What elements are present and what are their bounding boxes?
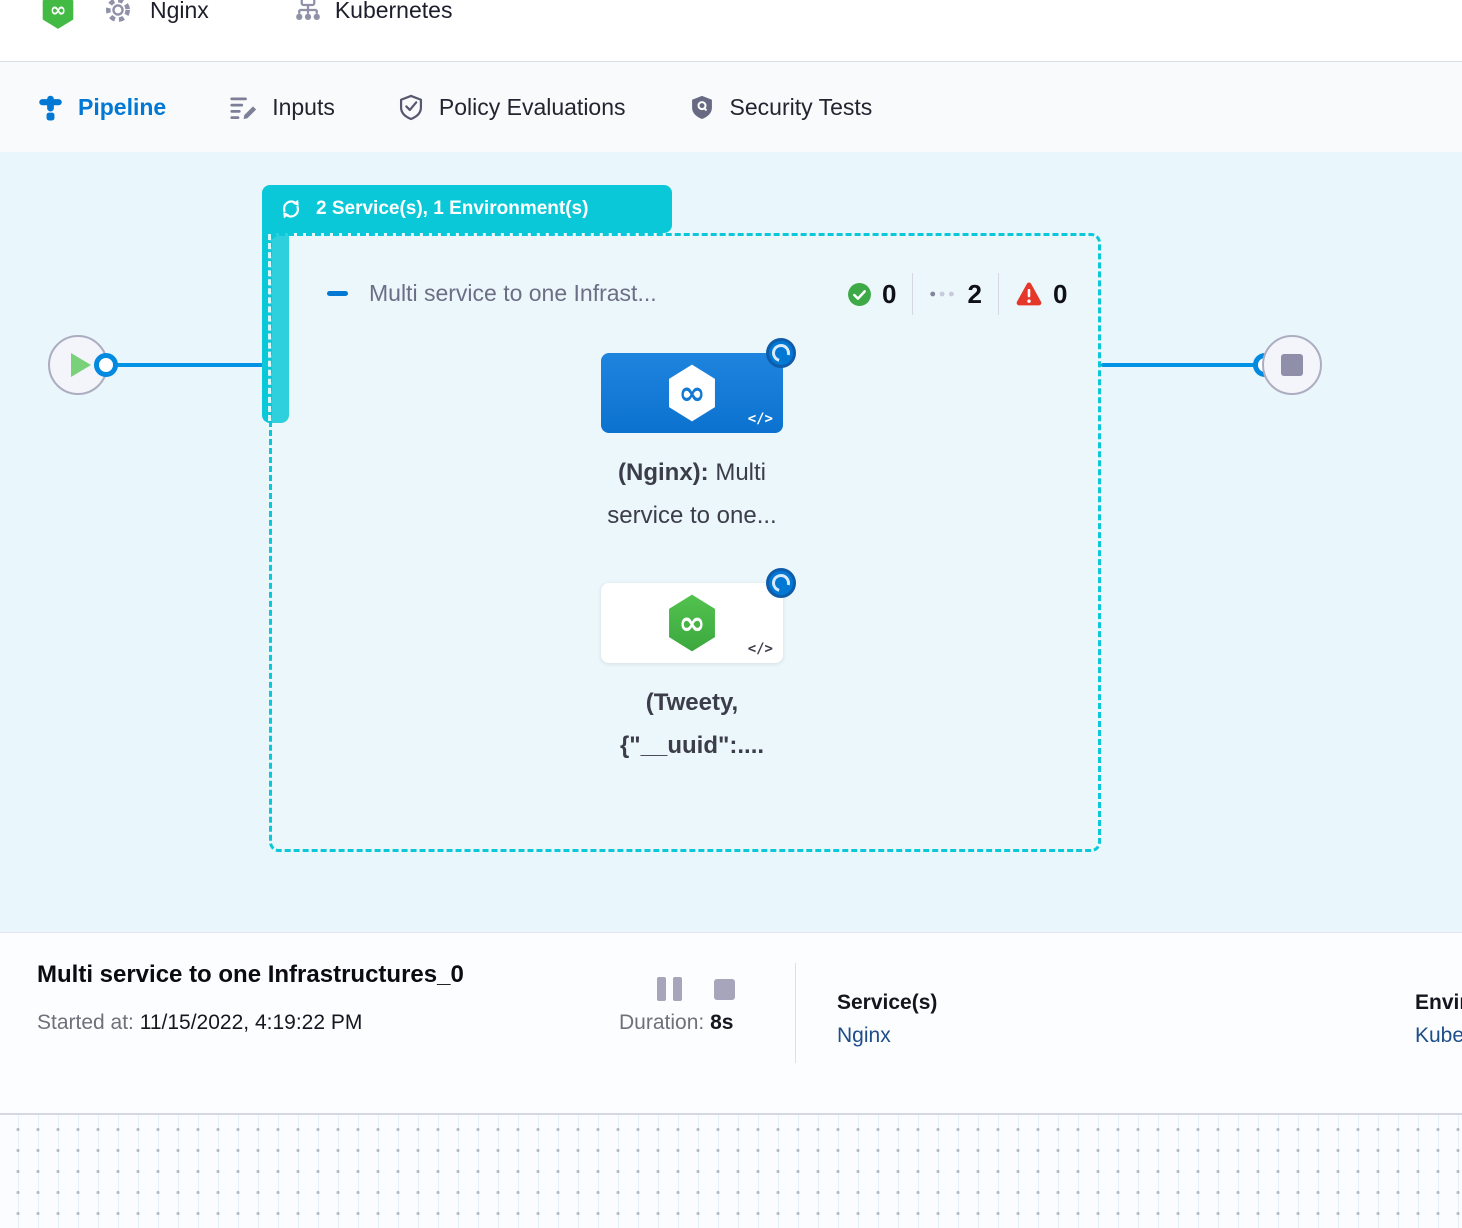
pipeline-end-node[interactable] [1262,335,1322,395]
pause-button[interactable] [657,977,682,1001]
connector-dot-left [94,353,118,377]
service-hexagon-icon: ∞ [665,363,719,423]
tab-inputs[interactable]: Inputs [228,92,335,122]
failed-count: 0 [1053,279,1067,310]
breadcrumb: ∞ Nginx Kubernetes [40,0,452,34]
tab-pipeline-label: Pipeline [78,94,166,121]
stage-status-summary: 0 2 0 [847,272,1067,316]
node-label-line2: {"__uuid":.... [542,724,842,767]
service-node-nginx-label: (Nginx): Multi service to one... [542,451,842,537]
service-hexagon-icon: ∞ [665,593,719,653]
svg-text:∞: ∞ [679,374,706,412]
node-label-line1: (Tweety, [542,681,842,724]
connector-line-left [105,363,263,367]
spinner-icon [766,338,796,368]
node-label-line2: service to one... [542,494,842,537]
play-icon [71,353,91,377]
pipeline-canvas[interactable]: 2 Service(s), 1 Environment(s) Multi ser… [0,152,1462,932]
refresh-icon [278,196,304,222]
console-grid-area [0,1113,1462,1228]
service-node-tweety[interactable]: ∞ </> [601,583,783,663]
execution-summary-bar: Multi service to one Infrastructures_0 S… [0,932,1462,1113]
services-block: Service(s) Nginx [837,991,937,1048]
service-node-nginx[interactable]: ∞ </> [601,353,783,433]
started-at-label: Started at: [37,1011,134,1034]
node-label-rest: Multi [709,459,766,486]
environments-label: Environment(s) [1415,991,1462,1015]
duration-label: Duration: [619,1011,704,1034]
node-label-bold: (Nginx): [618,459,709,486]
environments-block: Environment(s) Kubernetes [1415,991,1462,1048]
breadcrumb-header: ∞ Nginx Kubernetes [0,0,1462,62]
footer-divider [795,963,796,1063]
status-separator [912,273,913,315]
duration: Duration: 8s [619,1011,733,1035]
spinner-icon [766,568,796,598]
running-count: 2 [967,279,981,310]
service-node-tweety-label: (Tweety, {"__uuid":.... [542,681,842,767]
success-count: 0 [882,279,896,310]
stage-services-badge[interactable]: 2 Service(s), 1 Environment(s) [262,185,672,233]
stop-icon [1281,354,1303,376]
tab-bar: Pipeline Inputs Policy Evaluations [0,62,1462,152]
connector-name: Kubernetes [335,0,453,24]
harness-logo-icon: ∞ [40,0,76,30]
status-separator [998,273,999,315]
tab-security-tests[interactable]: Security Tests [688,93,873,121]
tab-inputs-label: Inputs [272,94,335,121]
tab-policy-evaluations-label: Policy Evaluations [439,94,626,121]
stage-group-box[interactable]: Multi service to one Infrast... 0 2 [269,233,1101,852]
inputs-icon [228,92,258,122]
warning-triangle-icon [1015,280,1043,308]
stage-badge-tail-dash [268,234,271,421]
stop-button[interactable] [714,979,735,1000]
policy-shield-check-icon [397,93,425,121]
started-at-value: 11/15/2022, 4:19:22 PM [140,1011,363,1034]
svg-text:∞: ∞ [679,604,706,642]
collapse-minus-icon[interactable] [327,291,348,296]
gear-icon[interactable] [102,0,134,26]
environment-network-icon [293,0,323,25]
tab-security-tests-label: Security Tests [730,94,873,121]
service-link-nginx[interactable]: Nginx [837,1024,937,1048]
pause-bar [673,977,682,1001]
connector-line-right [1101,363,1265,367]
code-icon: </> [748,411,773,427]
tab-pipeline[interactable]: Pipeline [37,94,166,121]
svg-text:∞: ∞ [50,0,66,21]
environment-link-kubernetes[interactable]: Kubernetes [1415,1024,1462,1048]
tab-policy-evaluations[interactable]: Policy Evaluations [397,93,626,121]
pipeline-icon [37,94,64,121]
code-icon: </> [748,641,773,657]
check-circle-icon [847,282,872,307]
stage-badge-label: 2 Service(s), 1 Environment(s) [316,198,588,220]
stage-title: Multi service to one Infrast... [369,280,657,307]
running-dots-icon [929,289,957,299]
started-at: Started at: 11/15/2022, 4:19:22 PM [37,1011,362,1035]
security-shield-icon [688,93,716,121]
execution-title: Multi service to one Infrastructures_0 [37,961,464,989]
pipeline-name: Nginx [150,0,209,24]
duration-value: 8s [710,1011,733,1034]
services-label: Service(s) [837,991,937,1015]
pause-bar [657,977,666,1001]
